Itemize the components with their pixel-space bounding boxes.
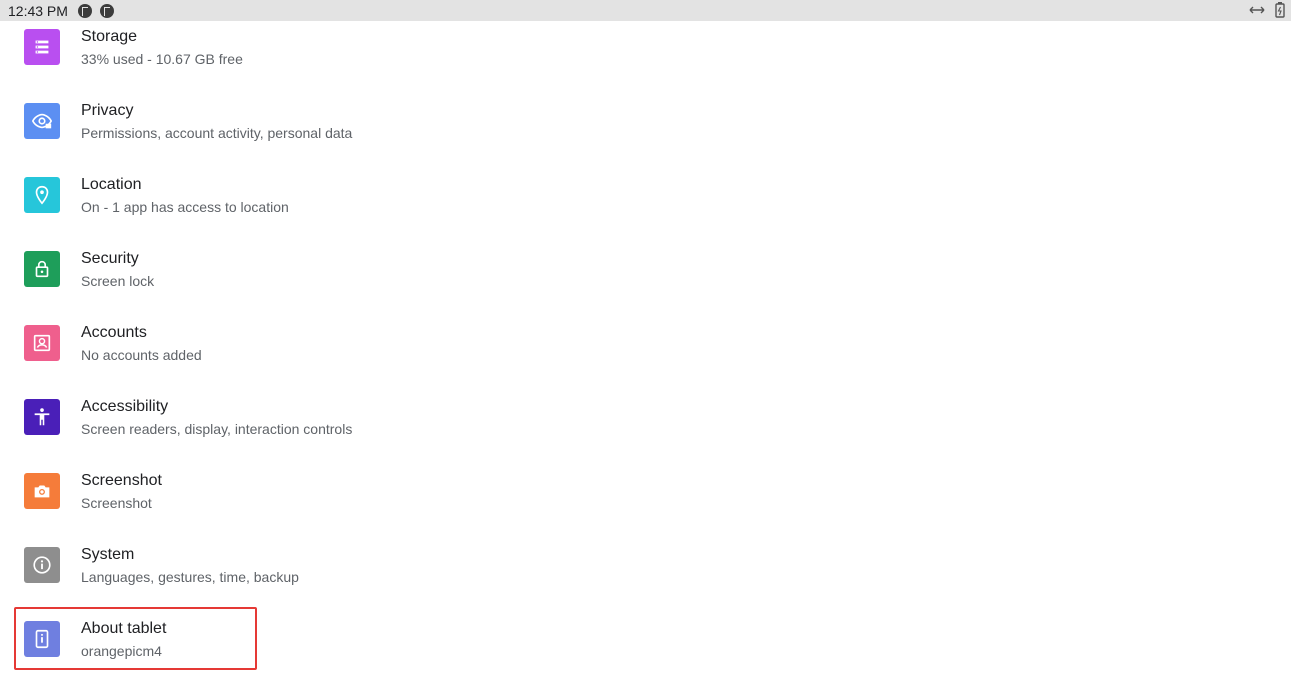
settings-item-title: Accounts [81, 324, 147, 341]
status-bar: 12:43 PM [0, 0, 1291, 21]
settings-item-summary: Screen lock [81, 273, 155, 289]
notification-icon [99, 3, 114, 18]
settings-item-title: Screenshot [81, 472, 162, 489]
accessibility-icon [24, 399, 60, 435]
settings-item-summary: Languages, gestures, time, backup [81, 569, 299, 585]
lock-icon [24, 251, 60, 287]
settings-item-summary: Permissions, account activity, personal … [81, 125, 353, 141]
status-time: 12:43 PM [8, 2, 68, 19]
settings-item-title: Security [81, 250, 139, 267]
storage-icon [24, 29, 60, 65]
camera-icon [24, 473, 60, 509]
settings-item-summary: No accounts added [81, 347, 202, 363]
settings-item-summary: Screen readers, display, interaction con… [81, 421, 353, 437]
settings-item-accounts[interactable]: Accounts No accounts added [0, 317, 1291, 391]
settings-item-security[interactable]: Security Screen lock [0, 243, 1291, 317]
settings-item-title: Accessibility [81, 398, 169, 415]
settings-item-summary: On - 1 app has access to location [81, 199, 289, 215]
settings-item-summary: 33% used - 10.67 GB free [81, 51, 243, 67]
account-icon [24, 325, 60, 361]
settings-item-system[interactable]: System Languages, gestures, time, backup [0, 539, 1291, 613]
notification-icon [77, 3, 92, 18]
status-right-icons [1249, 2, 1285, 18]
settings-item-location[interactable]: Location On - 1 app has access to locati… [0, 169, 1291, 243]
settings-item-title: Storage [81, 28, 138, 45]
settings-item-storage[interactable]: Storage 33% used - 10.67 GB free [0, 21, 1291, 95]
location-icon [24, 177, 60, 213]
selection-highlight-box [14, 607, 257, 670]
battery-icon [1275, 2, 1285, 18]
settings-item-privacy[interactable]: Privacy Permissions, account activity, p… [0, 95, 1291, 169]
settings-item-summary: Screenshot [81, 495, 152, 511]
settings-list: Storage 33% used - 10.67 GB free Privacy… [0, 21, 1291, 677]
settings-item-screenshot[interactable]: Screenshot Screenshot [0, 465, 1291, 539]
settings-item-title: Location [81, 176, 142, 193]
settings-item-accessibility[interactable]: Accessibility Screen readers, display, i… [0, 391, 1291, 465]
info-icon [24, 547, 60, 583]
link-icon [1249, 6, 1265, 14]
settings-item-title: Privacy [81, 102, 134, 119]
settings-item-title: System [81, 546, 135, 563]
privacy-icon [24, 103, 60, 139]
